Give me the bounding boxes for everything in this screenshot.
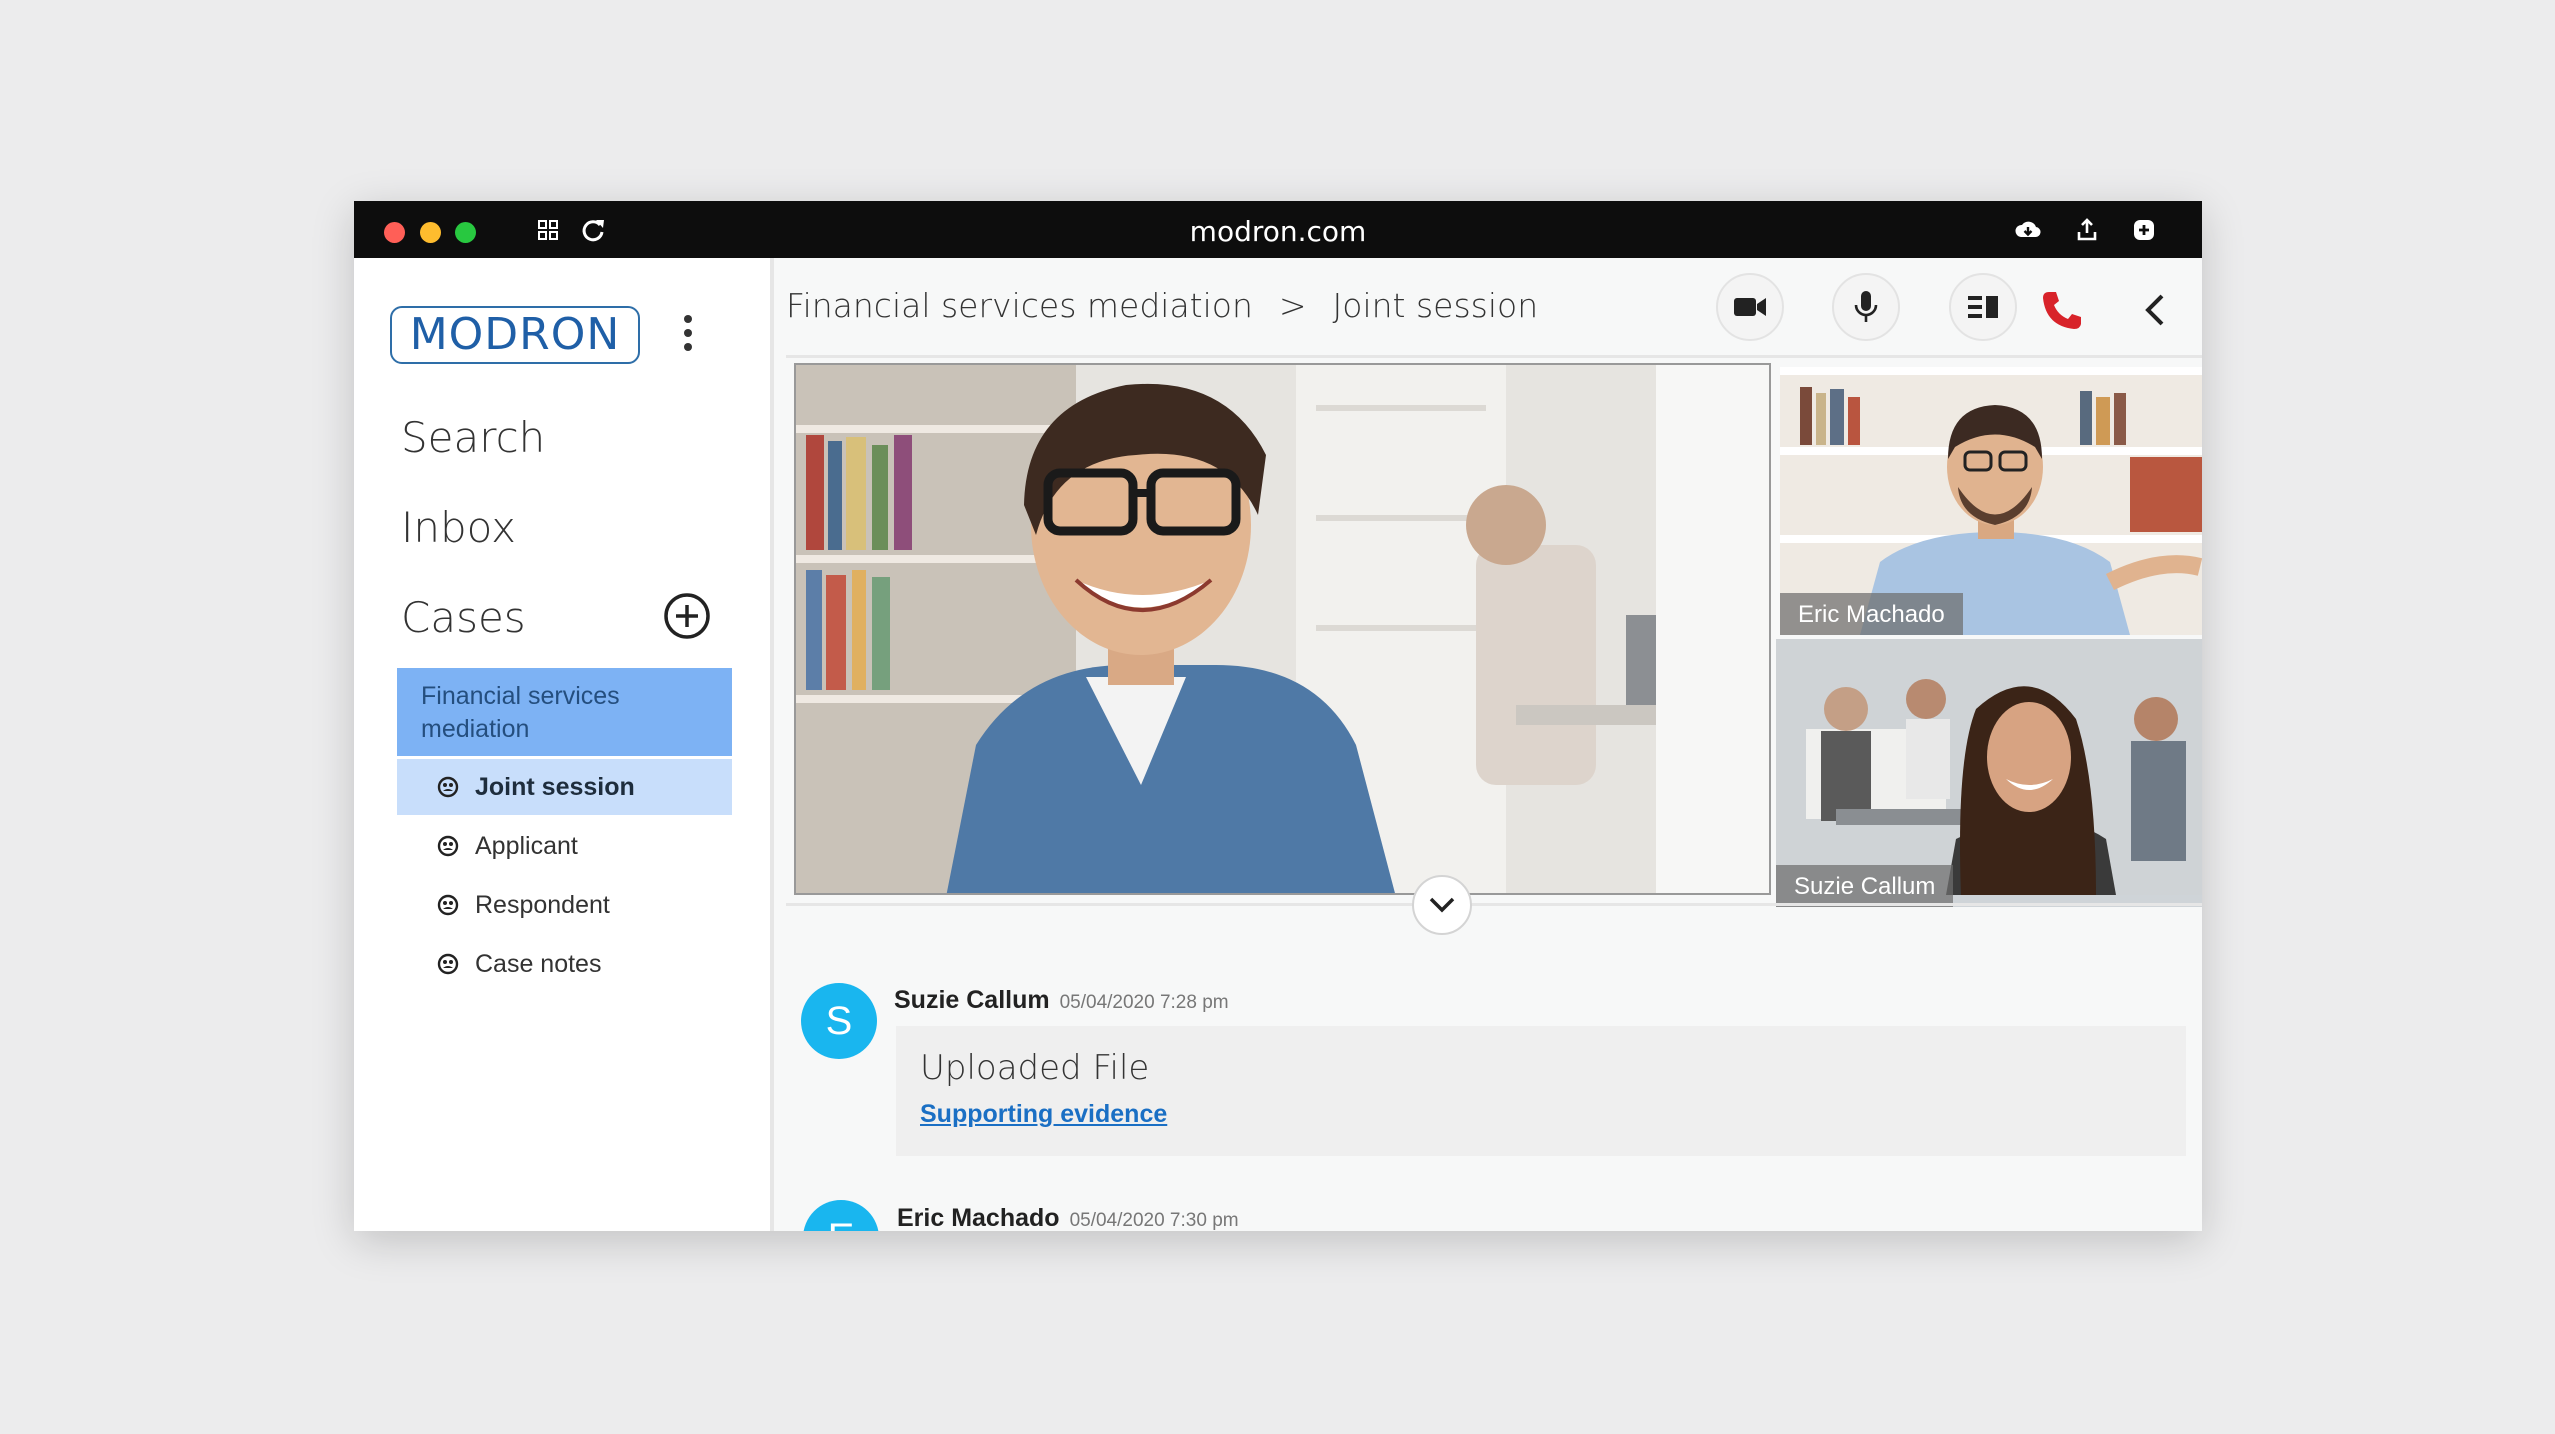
more-options-icon[interactable] bbox=[668, 315, 708, 365]
message-time: 05/04/2020 7:30 pm bbox=[1069, 1210, 1239, 1231]
header-divider bbox=[786, 355, 2202, 358]
sidebar-item-respondent[interactable]: Respondent bbox=[397, 877, 732, 933]
group-icon bbox=[437, 894, 459, 916]
participant-name-tag: Eric Machado bbox=[1780, 593, 1963, 635]
message-header: Suzie Callum 05/04/2020 7:28 pm bbox=[894, 986, 1229, 1015]
share-icon[interactable] bbox=[2073, 216, 2101, 244]
avatar: E bbox=[803, 1200, 879, 1231]
breadcrumb: Financial services mediation > Joint sessi… bbox=[786, 286, 1538, 325]
breadcrumb-current: Joint session bbox=[1332, 286, 1539, 325]
modron-logo[interactable]: MODRON bbox=[390, 306, 640, 364]
sidebar-item-label: Respondent bbox=[475, 890, 610, 919]
browser-titlebar: modron.com bbox=[354, 201, 2202, 258]
microphone-icon bbox=[1854, 291, 1878, 322]
file-link[interactable]: Supporting evidence bbox=[920, 1100, 1167, 1129]
microphone-button[interactable] bbox=[1832, 273, 1900, 341]
layout-icon bbox=[1968, 296, 1998, 318]
nav-search[interactable]: Search bbox=[401, 413, 545, 462]
participant-video-feed bbox=[1776, 639, 2202, 895]
address-bar[interactable]: modron.com bbox=[354, 215, 2202, 248]
breadcrumb-case[interactable]: Financial services mediation bbox=[786, 286, 1253, 325]
video-divider bbox=[786, 903, 2202, 906]
message-header: Eric Machado 05/04/2020 7:30 pm bbox=[897, 1204, 1239, 1231]
main-video[interactable] bbox=[794, 363, 1771, 895]
layout-button[interactable] bbox=[1949, 273, 2017, 341]
sidebar-item-label: Applicant bbox=[475, 831, 578, 860]
browser-window: modron.com MODRON Search Inbox Cases Fin… bbox=[354, 201, 2202, 1231]
sidebar-item-joint-session[interactable]: Joint session bbox=[397, 759, 732, 815]
participant-name-tag: Suzie Callum bbox=[1776, 865, 1954, 907]
sidebar-item-label: Case notes bbox=[475, 949, 602, 978]
nav-cases[interactable]: Cases bbox=[401, 593, 526, 642]
chevron-down-icon bbox=[1429, 897, 1455, 913]
avatar: S bbox=[801, 983, 877, 1059]
nav-inbox[interactable]: Inbox bbox=[401, 503, 516, 552]
message-time: 05/04/2020 7:28 pm bbox=[1059, 992, 1229, 1013]
collapse-chevron-icon[interactable] bbox=[2142, 292, 2168, 328]
breadcrumb-separator: > bbox=[1278, 286, 1307, 325]
new-tab-icon[interactable] bbox=[2130, 216, 2158, 244]
group-icon bbox=[437, 953, 459, 975]
case-financial-services-mediation[interactable]: Financial services mediation bbox=[397, 668, 732, 756]
message-title: Uploaded File bbox=[920, 1048, 1150, 1088]
cloud-download-icon[interactable] bbox=[2014, 216, 2042, 244]
expand-video-button[interactable] bbox=[1412, 875, 1472, 935]
message-author: Eric Machado bbox=[897, 1204, 1060, 1231]
add-case-icon[interactable] bbox=[663, 592, 711, 640]
participant-video-eric[interactable]: Eric Machado bbox=[1780, 367, 2202, 635]
main-participant-video bbox=[796, 365, 1769, 893]
group-icon bbox=[437, 776, 459, 798]
main-panel: Financial services mediation > Joint sessi… bbox=[774, 258, 2202, 1231]
camera-icon bbox=[1734, 298, 1766, 316]
sidebar-item-label: Joint session bbox=[475, 772, 635, 801]
message-bubble: Uploaded File Supporting evidence bbox=[896, 1026, 2186, 1156]
hang-up-icon[interactable] bbox=[2040, 288, 2084, 332]
group-icon bbox=[437, 835, 459, 857]
sidebar-item-case-notes[interactable]: Case notes bbox=[397, 936, 732, 992]
participant-video-suzie[interactable]: Suzie Callum bbox=[1776, 639, 2202, 907]
camera-button[interactable] bbox=[1716, 273, 1784, 341]
message-author: Suzie Callum bbox=[894, 986, 1050, 1014]
sidebar-item-applicant[interactable]: Applicant bbox=[397, 818, 732, 874]
sidebar: MODRON Search Inbox Cases Financial serv… bbox=[368, 258, 774, 1231]
